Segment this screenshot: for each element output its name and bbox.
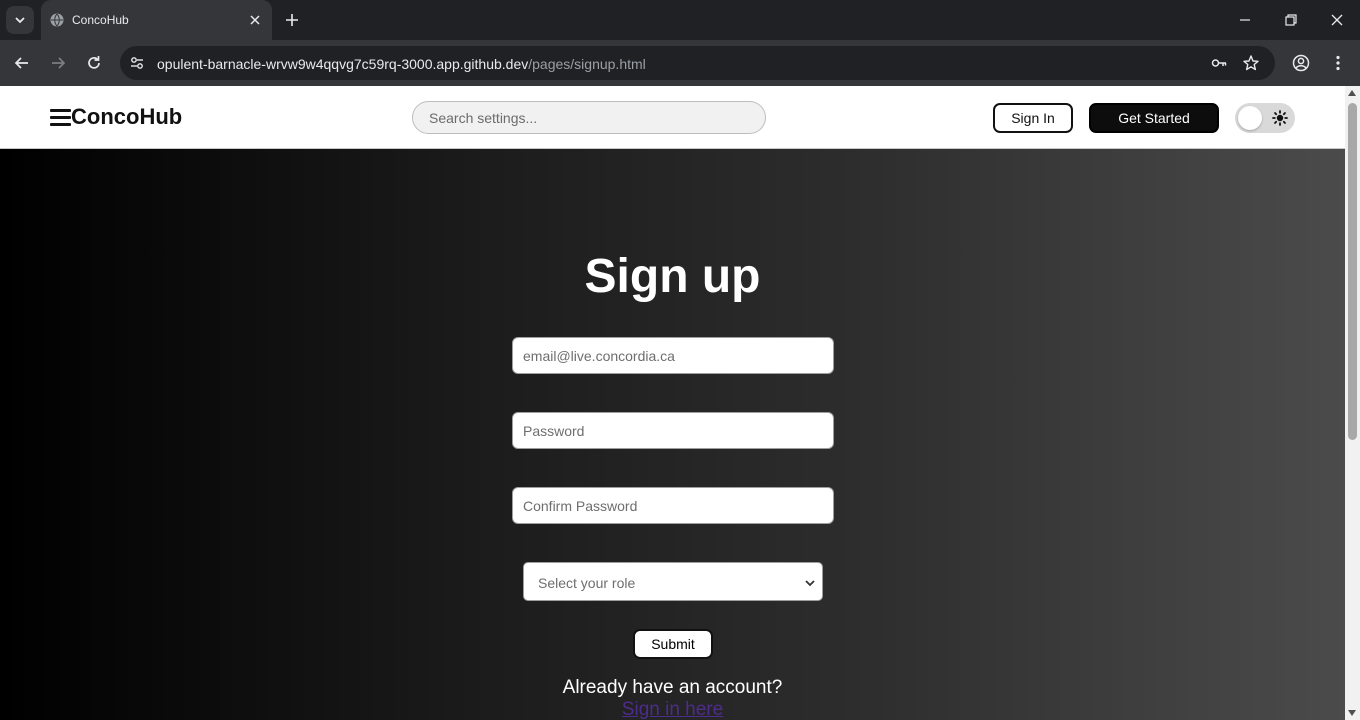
theme-toggle[interactable] [1235,103,1295,133]
sign-in-link[interactable]: Sign in here [622,699,723,720]
url-host: opulent-barnacle-wrvw9w4qqvg7c59rq-3000.… [157,56,529,72]
hamburger-menu-icon[interactable] [50,109,71,126]
close-tab-icon[interactable] [248,13,262,27]
site-settings-icon[interactable] [128,54,146,72]
tab-title: ConcoHub [72,13,129,27]
sign-in-button[interactable]: Sign In [993,103,1073,133]
already-account-text: Already have an account? [562,677,783,698]
brand-logo[interactable]: ConcoHub [71,104,182,130]
minimize-icon[interactable] [1237,12,1253,28]
profile-icon[interactable] [1292,54,1310,72]
chevron-down-icon [15,17,25,24]
sign-in-link-wrapper: Sign in here [0,699,1345,720]
bookmark-star-icon[interactable] [1242,54,1260,72]
search-input[interactable] [412,101,766,134]
get-started-button[interactable]: Get Started [1089,103,1219,133]
signup-section: Sign up Select your role Submit Already … [0,149,1345,720]
role-select-value: Select your role [538,575,636,591]
email-field[interactable] [512,337,834,374]
new-tab-icon[interactable] [284,12,300,28]
forward-icon[interactable] [49,54,67,72]
submit-button[interactable]: Submit [633,629,713,659]
globe-icon [50,13,64,27]
close-window-icon[interactable] [1329,12,1345,28]
browser-toolbar: opulent-barnacle-wrvw9w4qqvg7c59rq-3000.… [0,40,1360,86]
url-path: /pages/signup.html [528,56,646,72]
url-text: opulent-barnacle-wrvw9w4qqvg7c59rq-3000.… [157,56,646,72]
toggle-knob [1238,106,1262,130]
menu-kebab-icon[interactable] [1329,54,1347,72]
scroll-up-arrow-icon[interactable] [1348,90,1356,96]
scroll-down-arrow-icon[interactable] [1348,710,1356,716]
scrollbar-thumb[interactable] [1348,103,1357,440]
page-scrollbar[interactable] [1345,86,1360,720]
confirm-password-field[interactable] [512,487,834,524]
password-key-icon[interactable] [1210,54,1228,72]
password-field[interactable] [512,412,834,449]
browser-tab-strip: ConcoHub [0,0,1360,40]
browser-tab[interactable]: ConcoHub [41,0,272,40]
reload-icon[interactable] [85,54,103,72]
address-bar[interactable]: opulent-barnacle-wrvw9w4qqvg7c59rq-3000.… [120,46,1275,80]
page-viewport: ConcoHub Sign In Get Started Sign up Sel… [0,86,1360,720]
tab-search-button[interactable] [6,6,34,34]
chevron-down-icon [805,580,815,587]
site-header: ConcoHub Sign In Get Started [0,86,1345,149]
restore-icon[interactable] [1283,12,1299,28]
sun-icon [1272,110,1288,126]
back-icon[interactable] [13,54,31,72]
page-title: Sign up [584,250,761,303]
role-select[interactable]: Select your role [523,562,823,601]
